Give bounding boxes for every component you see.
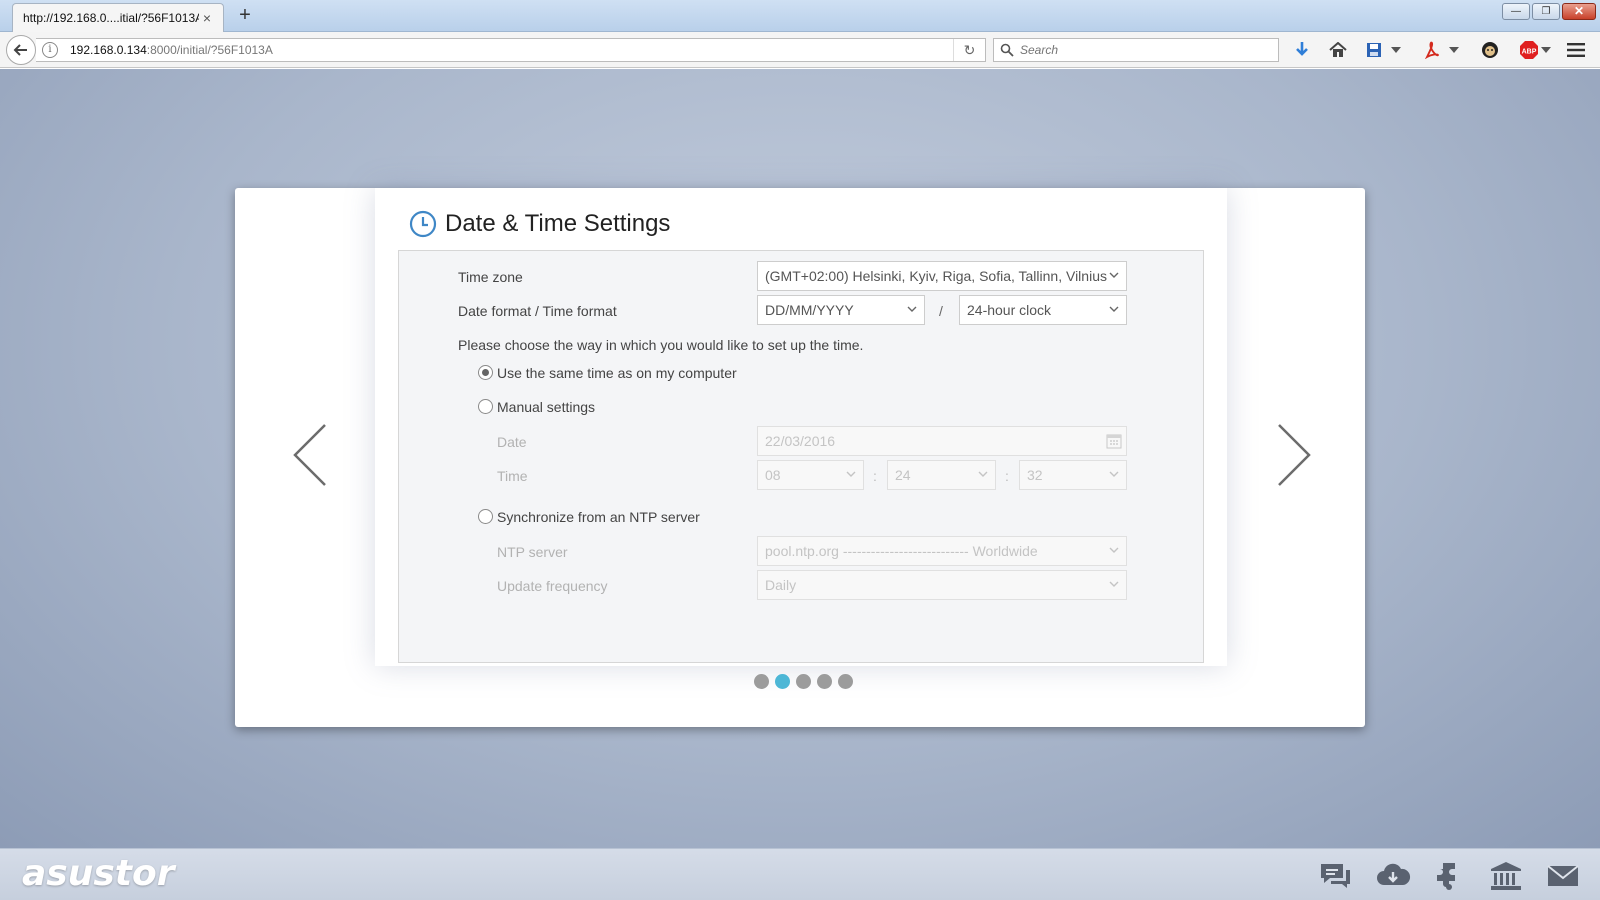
footer-bar: asustor <box>0 848 1600 900</box>
settings-panel: Time zone (GMT+02:00) Helsinki, Kyiv, Ri… <box>398 250 1204 663</box>
chevron-down-icon <box>1109 306 1119 312</box>
update-frequency-value: Daily <box>765 577 797 593</box>
info-icon[interactable]: i <box>42 42 58 58</box>
date-label: Date <box>497 434 527 450</box>
step-dot-2[interactable] <box>775 674 790 689</box>
option-same-label[interactable]: Use the same time as on my computer <box>497 365 737 381</box>
minute-value: 24 <box>895 467 911 483</box>
radio-ntp[interactable] <box>478 509 493 524</box>
timezone-value: (GMT+02:00) Helsinki, Kyiv, Riga, Sofia,… <box>765 268 1107 284</box>
download-icon[interactable] <box>1292 40 1312 60</box>
back-arrow-icon <box>13 44 27 56</box>
browser-navbar: i 192.168.0.134:8000/initial/?56F1013A ↻… <box>0 32 1600 68</box>
mail-icon[interactable] <box>1546 861 1580 891</box>
cloud-download-icon[interactable] <box>1375 861 1411 891</box>
close-window-button[interactable]: ✕ <box>1562 3 1596 20</box>
time-separator: : <box>1005 468 1009 484</box>
timezone-select[interactable]: (GMT+02:00) Helsinki, Kyiv, Riga, Sofia,… <box>757 261 1127 291</box>
browser-tab[interactable]: http://192.168.0....itial/?56F1013A × <box>12 3 224 32</box>
format-separator: / <box>939 303 943 319</box>
chevron-down-icon <box>1109 471 1119 477</box>
app-central-icon[interactable] <box>1432 861 1466 891</box>
url-path: :8000/initial/?56F1013A <box>146 43 273 57</box>
home-icon[interactable] <box>1328 40 1348 60</box>
hour-value: 08 <box>765 467 781 483</box>
minute-select[interactable]: 24 <box>887 460 996 490</box>
date-input[interactable]: 22/03/2016 <box>757 426 1127 456</box>
step-dot-1[interactable] <box>754 674 769 689</box>
bank-icon[interactable] <box>1489 861 1523 891</box>
second-value: 32 <box>1027 467 1043 483</box>
option-ntp-label[interactable]: Synchronize from an NTP server <box>497 509 700 525</box>
back-button[interactable] <box>6 35 36 65</box>
minimize-button[interactable]: — <box>1502 3 1530 20</box>
date-format-value: DD/MM/YYYY <box>765 302 854 318</box>
ntp-server-label: NTP server <box>497 544 568 560</box>
adblock-dropdown-icon[interactable] <box>1540 40 1552 60</box>
date-format-select[interactable]: DD/MM/YYYY <box>757 295 925 325</box>
update-frequency-select[interactable]: Daily <box>757 570 1127 600</box>
step-indicator <box>754 674 853 689</box>
search-input[interactable] <box>1014 40 1278 60</box>
date-value: 22/03/2016 <box>765 433 836 449</box>
page-title: Date & Time Settings <box>445 210 671 237</box>
previous-arrow-icon[interactable] <box>291 423 329 487</box>
chevron-down-icon <box>907 306 917 312</box>
search-icon <box>1000 43 1014 57</box>
save-dropdown-icon[interactable] <box>1390 40 1402 60</box>
chevron-down-icon <box>846 471 856 477</box>
restore-button[interactable]: ❐ <box>1532 3 1560 20</box>
reload-icon[interactable]: ↻ <box>953 39 985 61</box>
time-label: Time <box>497 468 528 484</box>
timezone-label: Time zone <box>458 269 523 285</box>
chevron-down-icon <box>1109 581 1119 587</box>
radio-same-time[interactable] <box>478 365 493 380</box>
new-tab-button[interactable]: + <box>234 4 256 26</box>
pdf-icon[interactable] <box>1422 40 1442 60</box>
option-manual-label[interactable]: Manual settings <box>497 399 595 415</box>
save-icon[interactable] <box>1364 40 1384 60</box>
ntp-server-select[interactable]: pool.ntp.org ---------------------------… <box>757 536 1127 566</box>
clock-icon <box>409 210 437 238</box>
step-dot-5[interactable] <box>838 674 853 689</box>
tab-close-icon[interactable]: × <box>199 10 215 26</box>
setup-wizard-card: Date & Time Settings Time zone (GMT+02:0… <box>235 188 1365 727</box>
update-frequency-label: Update frequency <box>497 578 608 594</box>
browser-titlebar: http://192.168.0....itial/?56F1013A × + … <box>0 0 1600 32</box>
hour-select[interactable]: 08 <box>757 460 864 490</box>
step-dot-4[interactable] <box>817 674 832 689</box>
next-arrow-icon[interactable] <box>1275 423 1313 487</box>
time-format-select[interactable]: 24-hour clock <box>959 295 1127 325</box>
asustor-logo: asustor <box>22 853 175 894</box>
ntp-server-value: pool.ntp.org ---------------------------… <box>765 543 1038 559</box>
extension-icon[interactable] <box>1480 40 1500 60</box>
chevron-down-icon <box>1109 272 1119 278</box>
chat-icon[interactable] <box>1318 861 1352 891</box>
calendar-icon[interactable] <box>1106 433 1122 449</box>
step-dot-3[interactable] <box>796 674 811 689</box>
chevron-down-icon <box>978 471 988 477</box>
second-select[interactable]: 32 <box>1019 460 1127 490</box>
format-label: Date format / Time format <box>458 303 617 319</box>
time-separator: : <box>873 468 877 484</box>
page-heading: Date & Time Settings <box>409 210 670 238</box>
adblock-label: ABP <box>1522 49 1537 56</box>
menu-icon[interactable] <box>1566 40 1586 60</box>
pdf-dropdown-icon[interactable] <box>1448 40 1460 60</box>
search-bar[interactable] <box>993 38 1279 62</box>
adblock-icon[interactable]: ABP <box>1516 40 1542 60</box>
time-format-value: 24-hour clock <box>967 302 1052 318</box>
instruction-text: Please choose the way in which you would… <box>458 337 864 353</box>
address-bar[interactable]: i 192.168.0.134:8000/initial/?56F1013A ↻ <box>36 38 986 62</box>
page-background: Date & Time Settings Time zone (GMT+02:0… <box>0 69 1600 848</box>
radio-manual[interactable] <box>478 399 493 414</box>
tab-title: http://192.168.0....itial/?56F1013A <box>23 11 199 25</box>
url-host: 192.168.0.134 <box>70 43 147 57</box>
chevron-down-icon <box>1109 547 1119 553</box>
